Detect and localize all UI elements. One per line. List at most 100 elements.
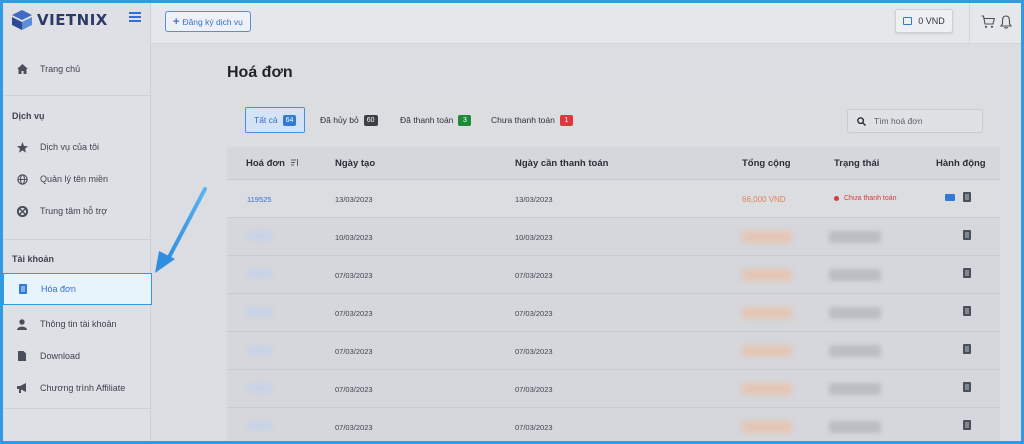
user-icon [15,317,29,331]
sidebar-item-label: Quản lý tên miền [40,174,109,184]
search-box[interactable] [847,109,983,133]
brand-name: VIETNIX [37,11,108,29]
blurred-invoice-id [247,307,273,317]
blurred-total [742,383,792,395]
table-row: 119525 13/03/2023 13/03/2023 66,000 VND … [227,179,1000,217]
blurred-invoice-id [247,345,273,355]
sort-icon[interactable] [290,159,299,166]
plus-icon: + [173,15,180,28]
balance-button[interactable]: 0 VND [895,9,953,33]
sidebar-section-services: Dịch vụ [12,111,45,121]
sidebar-item-label: Download [40,351,81,361]
document-icon[interactable] [963,382,971,392]
logo-cube-icon [12,10,32,30]
created-date: 07/03/2023 [335,347,373,356]
invoice-icon [16,282,30,296]
due-date: 07/03/2023 [515,347,553,356]
menu-toggle-icon[interactable] [129,12,141,22]
blurred-total [742,231,792,243]
balance-amount: 0 VND [918,16,945,26]
count-badge: 1 [559,114,573,126]
due-date: 13/03/2023 [515,195,553,204]
sidebar-item-account-info[interactable]: Thông tin tài khoản [3,308,151,340]
blurred-status [829,231,881,243]
column-header-due: Ngày cần thanh toán [515,158,609,169]
star-icon [15,140,29,154]
created-date: 07/03/2023 [335,423,373,432]
tab-all[interactable]: Tất cả 64 [245,107,306,133]
sidebar-item-download[interactable]: Download [3,340,151,372]
invoice-id-link[interactable]: 119525 [247,195,271,204]
blurred-total [742,421,792,433]
cart-icon[interactable] [981,15,995,29]
logo[interactable]: VIETNIX [11,7,108,33]
sidebar-item-label: Hóa đơn [41,284,76,294]
due-date: 10/03/2023 [515,233,553,242]
blurred-status [829,269,881,281]
blurred-status [829,345,881,357]
table-row: 07/03/2023 07/03/2023 [227,369,1000,407]
tab-paid[interactable]: Đã thanh toán 3 [400,107,472,133]
megaphone-icon [15,381,29,395]
created-date: 07/03/2023 [335,271,373,280]
tab-unpaid[interactable]: Chưa thanh toán 1 [491,107,573,133]
blurred-status [829,421,881,433]
search-input[interactable] [874,116,974,126]
tab-cancelled[interactable]: Đã hủy bỏ 60 [320,107,378,133]
sidebar-item-home[interactable]: Trang chủ [3,53,151,85]
table-row: 07/03/2023 07/03/2023 [227,255,1000,293]
created-date: 10/03/2023 [335,233,373,242]
pay-icon[interactable] [945,194,955,201]
document-icon[interactable] [963,420,971,430]
document-icon[interactable] [963,230,971,240]
blurred-status [829,383,881,395]
wallet-icon [903,17,913,25]
created-date: 13/03/2023 [335,195,373,204]
blurred-invoice-id [247,383,273,393]
sidebar: VIETNIX Trang chủ Dịch vụ Dịch vụ của tô… [3,3,152,441]
sidebar-item-label: Chương trình Affiliate [40,383,126,393]
due-date: 07/03/2023 [515,423,553,432]
count-badge: 60 [363,114,378,126]
sidebar-item-label: Trung tâm hỗ trợ [40,206,108,216]
invoice-filters: Tất cả 64 Đã hủy bỏ 60 Đã thanh toán 3 C… [227,91,1000,147]
column-header-invoice[interactable]: Hoá đơn [246,158,299,169]
search-icon [857,116,866,126]
blurred-total [742,345,792,357]
sidebar-section-account: Tài khoản [12,254,55,264]
annotation-arrow-icon [155,187,207,273]
home-icon [15,62,29,76]
page-title: Hoá đơn [227,64,293,81]
document-icon[interactable] [963,306,971,316]
document-icon[interactable] [963,268,971,278]
invoice-total: 66,000 VND [742,195,786,204]
blurred-status [829,307,881,319]
sidebar-item-affiliate[interactable]: Chương trình Affiliate [3,372,151,404]
table-row: 10/03/2023 10/03/2023 [227,217,1000,255]
sidebar-divider [3,239,151,240]
invoice-card: Tất cả 64 Đã hủy bỏ 60 Đã thanh toán 3 C… [227,91,1000,441]
count-badge: 3 [458,114,472,126]
support-icon [15,204,29,218]
sidebar-item-invoices[interactable]: Hóa đơn [3,273,152,305]
sidebar-item-label: Thông tin tài khoản [40,319,117,329]
document-icon[interactable] [963,344,971,354]
register-service-button[interactable]: + Đăng ký dịch vụ [165,11,251,32]
sidebar-item-support[interactable]: Trung tâm hỗ trợ [3,195,151,227]
topbar-divider [969,3,970,44]
due-date: 07/03/2023 [515,309,553,318]
sidebar-item-my-services[interactable]: Dịch vụ của tôi [3,131,151,163]
bell-icon[interactable] [1000,15,1012,29]
due-date: 07/03/2023 [515,271,553,280]
blurred-invoice-id [247,231,273,241]
sidebar-item-domains[interactable]: Quản lý tên miền [3,163,151,195]
document-icon[interactable] [963,192,971,202]
sidebar-divider [3,95,151,96]
status-badge: Chưa thanh toán [834,195,897,202]
column-header-total: Tổng cộng [742,158,791,169]
topbar: + Đăng ký dịch vụ 0 VND [151,3,1021,44]
blurred-total [742,269,792,281]
column-header-actions: Hành động [936,158,986,169]
table-row: 07/03/2023 07/03/2023 [227,331,1000,369]
sidebar-item-label: Dịch vụ của tôi [40,142,100,152]
